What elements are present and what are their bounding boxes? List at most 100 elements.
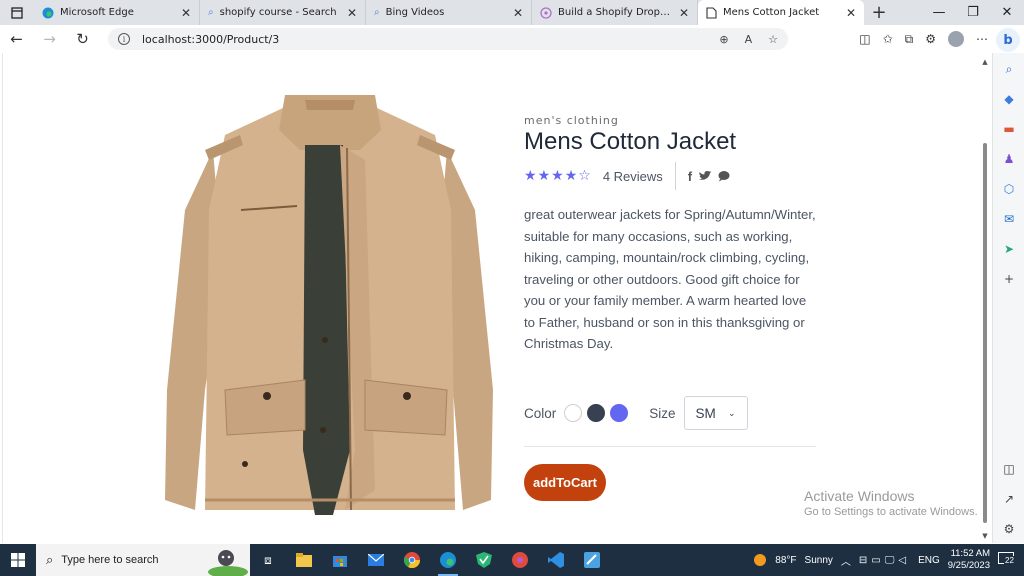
tab-close-icon[interactable]: ✕ — [846, 6, 856, 20]
chrome-icon — [512, 552, 528, 568]
collections-icon[interactable]: ⧉ — [905, 32, 914, 47]
color-swatch-white[interactable] — [564, 404, 583, 422]
forward-arrow-icon: → — [43, 30, 56, 48]
extensions-icon[interactable]: ⚙ — [925, 32, 936, 46]
file-explorer-button[interactable] — [286, 544, 322, 576]
vscode-icon — [548, 552, 564, 568]
settings-gear-icon[interactable]: ⚙ — [1001, 521, 1017, 537]
split-screen-icon[interactable]: ◫ — [859, 32, 870, 46]
tab-mens-cotton-jacket[interactable]: Mens Cotton Jacket ✕ — [698, 0, 864, 25]
outlook-icon[interactable]: ✉ — [1001, 211, 1017, 227]
tab-label: Build a Shopify Dropshipping — [558, 7, 673, 18]
info-icon[interactable]: i — [118, 33, 130, 45]
forward-button[interactable]: → — [33, 25, 66, 53]
task-view-button[interactable]: ⧈ — [250, 544, 286, 576]
search-icon[interactable]: ⌕ — [1001, 61, 1017, 77]
clock-date: 9/25/2023 — [947, 560, 990, 571]
read-aloud-icon[interactable]: A — [745, 33, 753, 46]
tab-microsoft-edge[interactable]: Microsoft Edge ✕ — [34, 0, 200, 25]
restore-icon[interactable]: ❐ — [956, 0, 990, 25]
back-button[interactable]: ← — [0, 25, 33, 53]
tools-icon[interactable]: ▬ — [1001, 121, 1017, 137]
system-tray: 88°F Sunny ︿ ⊟▭🖵◁ ENG 11:52 AM 9/25/2023… — [753, 544, 1024, 576]
tab-close-icon[interactable]: ✕ — [347, 6, 357, 20]
twitter-icon[interactable] — [698, 170, 712, 182]
zoom-icon[interactable]: ⊕ — [719, 33, 728, 46]
chrome-button[interactable] — [394, 544, 430, 576]
store-button[interactable] — [322, 544, 358, 576]
taskbar-search[interactable]: ⌕ Type here to search — [36, 544, 250, 576]
chevron-up-icon[interactable]: ︿ — [841, 553, 851, 568]
tab-close-icon[interactable]: ✕ — [513, 6, 523, 20]
language-indicator[interactable]: ENG — [918, 555, 940, 566]
vscode-button[interactable] — [538, 544, 574, 576]
rating-row: ★ ★ ★ ★ ☆ 4 Reviews f — [524, 162, 730, 190]
open-external-icon[interactable]: ↗ — [1001, 491, 1017, 507]
new-tab-button[interactable]: + — [864, 0, 894, 25]
tray-icons[interactable]: ⊟▭🖵◁ — [859, 555, 910, 566]
activate-windows-watermark: Activate Windows Go to Settings to activ… — [804, 488, 978, 518]
share-links: f — [688, 169, 730, 184]
taskbar-search-placeholder: Type here to search — [61, 554, 159, 566]
add-icon[interactable]: + — [1001, 271, 1017, 287]
refresh-button[interactable]: ↻ — [66, 25, 99, 53]
edge-taskbar-button[interactable] — [430, 544, 466, 576]
search-icon: ⌕ — [46, 552, 54, 567]
add-to-cart-button[interactable]: addToCart — [524, 464, 606, 501]
page-icon — [706, 6, 717, 19]
weather-temp[interactable]: 88°F — [775, 555, 796, 566]
task-view-icon: ⧈ — [264, 552, 272, 567]
profile-avatar[interactable] — [948, 31, 964, 47]
url-field[interactable]: i localhost:3000/Product/3 ⊕ A ☆ — [108, 28, 788, 50]
weather-condition[interactable]: Sunny — [805, 555, 833, 566]
tab-shopify-search[interactable]: ⌕ shopify course - Search ✕ — [200, 0, 366, 25]
favorites-icon[interactable]: ✩ — [883, 32, 893, 46]
start-button[interactable] — [0, 544, 36, 576]
scroll-down-icon[interactable]: ▼ — [980, 532, 990, 540]
vpn-button[interactable] — [466, 544, 502, 576]
windows-taskbar: ⌕ Type here to search ⧈ 88°F Sunny ︿ ⊟▭🖵… — [0, 544, 1024, 576]
color-swatch-dark[interactable] — [587, 404, 606, 422]
facebook-icon[interactable]: f — [688, 169, 692, 184]
tab-actions-button[interactable] — [0, 0, 34, 25]
tab-shopify-dropshipping[interactable]: Build a Shopify Dropshipping ✕ — [532, 0, 698, 25]
gorilla-search-art — [208, 550, 248, 576]
paint-button[interactable] — [574, 544, 610, 576]
drop-icon[interactable]: ➤ — [1001, 241, 1017, 257]
bing-chat-icon[interactable]: b — [996, 28, 1020, 52]
star-filled-icon: ★ — [564, 168, 578, 184]
chevron-down-icon: ⌄ — [727, 407, 736, 418]
star-filled-icon: ★ — [524, 168, 537, 184]
address-bar: ← → ↻ i localhost:3000/Product/3 ⊕ A ☆ ◫… — [0, 25, 1024, 53]
clock[interactable]: 11:52 AM 9/25/2023 — [948, 548, 990, 572]
chat-bubble-icon[interactable] — [718, 170, 730, 182]
tab-bing-videos[interactable]: ⌕ Bing Videos ✕ — [366, 0, 532, 25]
page-scrollbar[interactable]: ▲ ▼ — [980, 58, 990, 540]
notification-center-button[interactable]: 22 — [998, 551, 1018, 569]
color-swatch-indigo[interactable] — [610, 404, 629, 422]
more-icon[interactable]: ⋯ — [976, 32, 988, 46]
shopping-tag-icon[interactable]: ◆ — [1001, 91, 1017, 107]
scroll-thumb[interactable] — [983, 143, 987, 523]
favorite-star-icon[interactable]: ☆ — [768, 33, 778, 46]
section-divider — [524, 446, 816, 447]
scroll-up-icon[interactable]: ▲ — [980, 58, 990, 66]
color-label: Color — [524, 405, 557, 421]
size-value: SM — [695, 405, 716, 421]
mail-button[interactable] — [358, 544, 394, 576]
chrome-profile-button[interactable] — [502, 544, 538, 576]
minimize-icon[interactable]: — — [922, 0, 956, 25]
close-window-icon[interactable]: ✕ — [990, 0, 1024, 25]
window-controls: — ❐ ✕ — [922, 0, 1024, 25]
tab-close-icon[interactable]: ✕ — [679, 6, 689, 20]
tab-close-icon[interactable]: ✕ — [181, 6, 191, 20]
product-title: Mens Cotton Jacket — [524, 128, 737, 155]
product-description: great outerwear jackets for Spring/Autum… — [524, 207, 816, 351]
edge-icon — [440, 552, 456, 568]
microsoft365-icon[interactable]: ⬡ — [1001, 181, 1017, 197]
sidebar-toggle-icon[interactable]: ◫ — [1001, 461, 1017, 477]
games-icon[interactable]: ♟ — [1001, 151, 1017, 167]
size-select[interactable]: SM ⌄ — [683, 396, 748, 430]
edge-icon — [42, 7, 54, 18]
search-icon: ⌕ — [208, 7, 214, 18]
